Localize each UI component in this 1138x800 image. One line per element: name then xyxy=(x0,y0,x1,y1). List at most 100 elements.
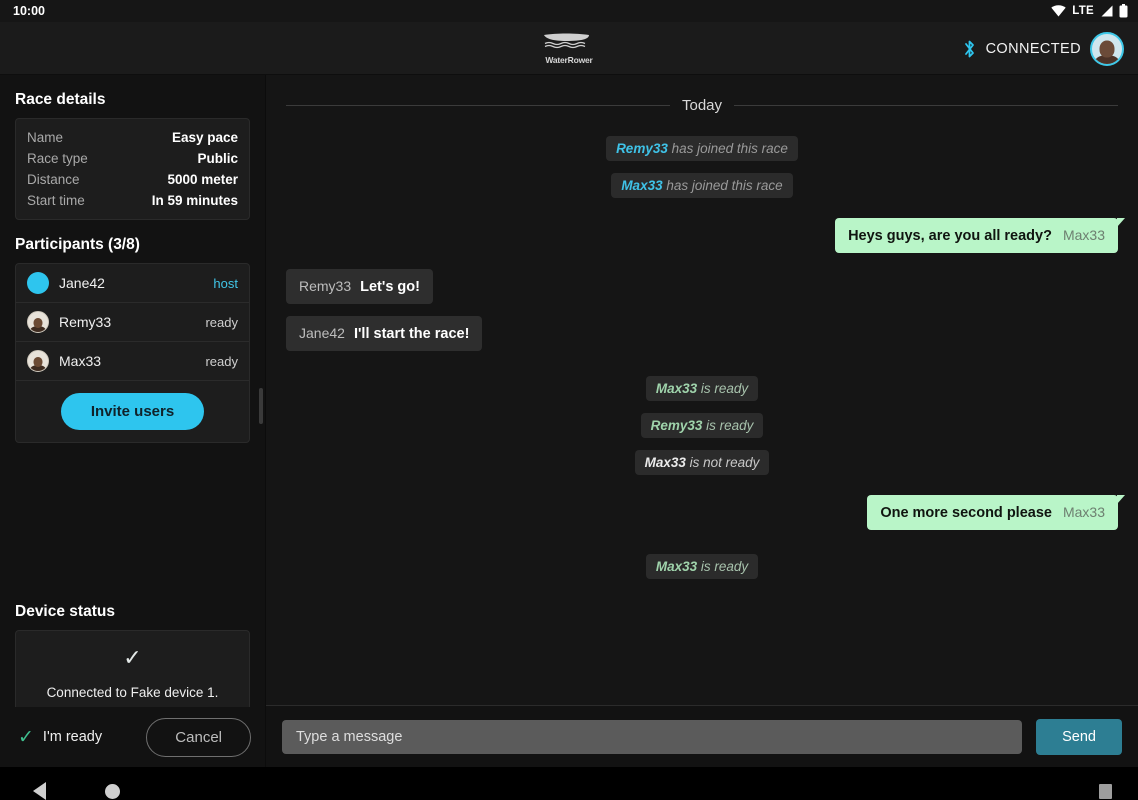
message-row: Remy33 has joined this race xyxy=(286,136,1118,161)
day-separator-label: Today xyxy=(681,97,723,114)
message-composer: Send xyxy=(266,705,1138,767)
battery-icon xyxy=(1119,4,1128,18)
network-type-label: LTE xyxy=(1072,5,1094,17)
system-message: Max33 is ready xyxy=(645,376,759,401)
send-button[interactable]: Send xyxy=(1036,718,1122,755)
logo-wordmark: WaterRower xyxy=(545,54,593,65)
avatar-face xyxy=(1099,40,1115,58)
system-message-user: Max33 xyxy=(655,559,698,574)
recent-apps-icon[interactable] xyxy=(1099,783,1112,799)
race-detail-value: 5000 meter xyxy=(167,172,238,187)
system-message-text: is ready xyxy=(697,381,749,396)
message-author: Max33 xyxy=(1062,227,1105,243)
system-message-text: has joined this race xyxy=(662,178,783,193)
race-detail-key: Name xyxy=(27,130,64,145)
system-message: Max33 has joined this race xyxy=(611,173,793,198)
system-message-user: Remy33 xyxy=(616,141,668,156)
day-separator: Today xyxy=(286,97,1118,114)
outgoing-message-bubble: One more second please Max33 xyxy=(867,495,1125,530)
check-icon: ✓ xyxy=(123,645,142,670)
race-detail-key: Start time xyxy=(27,193,85,208)
sidebar-scroll-area: Race details Name Easy pace Race type Pu… xyxy=(0,75,265,707)
message-text: Let's go! xyxy=(360,279,420,295)
app-root: 10:00 LTE WaterRower CONNECTED Race deta… xyxy=(0,0,1138,800)
system-message-user: Max33 xyxy=(655,381,698,396)
message-author: Jane42 xyxy=(299,325,345,341)
participant-avatar xyxy=(27,272,49,294)
boat-waves-icon xyxy=(544,33,589,48)
race-detail-key: Race type xyxy=(27,151,88,166)
race-detail-row: Name Easy pace xyxy=(27,127,238,148)
im-ready-toggle[interactable]: ✓ I'm ready xyxy=(18,728,102,747)
participant-row[interactable]: Max33 ready xyxy=(16,342,249,381)
system-message-user: Remy33 xyxy=(650,418,703,433)
system-message-text: is ready xyxy=(697,559,749,574)
invite-users-row: Invite users xyxy=(16,381,249,430)
message-row: Max33 has joined this race xyxy=(286,173,1118,198)
race-detail-value: Public xyxy=(197,151,238,166)
device-status-card: ✓ Connected to Fake device 1. xyxy=(15,630,250,707)
system-message: Max33 is ready xyxy=(645,554,759,579)
app-bar-right: CONNECTED xyxy=(962,22,1124,75)
message-text: Heys guys, are you all ready? xyxy=(848,228,1052,244)
outgoing-message-bubble: Heys guys, are you all ready? Max33 xyxy=(835,218,1125,253)
chat-panel: Today Remy33 has joined this race Max33 … xyxy=(266,75,1138,767)
race-details-card: Name Easy pace Race type Public Distance… xyxy=(15,118,250,220)
wifi-icon xyxy=(1051,5,1066,17)
device-status-title: Device status xyxy=(15,603,115,620)
message-row: Remy33 Let's go! xyxy=(286,269,1118,304)
message-text: I'll start the race! xyxy=(353,326,470,342)
bluetooth-status-label: CONNECTED xyxy=(985,40,1081,57)
message-row: Max33 is ready xyxy=(286,554,1118,579)
participants-card: Jane42 host Remy33 ready Max33 ready Inv… xyxy=(15,263,250,443)
device-status-text: Connected to Fake device 1. xyxy=(46,685,219,700)
home-icon[interactable] xyxy=(105,783,120,799)
system-message-user: Max33 xyxy=(621,178,663,193)
message-row: Heys guys, are you all ready? Max33 xyxy=(286,218,1125,253)
back-icon[interactable] xyxy=(33,782,46,800)
separator-line-left xyxy=(286,105,670,106)
system-message-text: has joined this race xyxy=(667,141,788,156)
system-message-user: Max33 xyxy=(644,455,686,470)
message-row: Max33 is ready xyxy=(286,376,1118,401)
separator-line-right xyxy=(734,105,1118,106)
check-icon: ✓ xyxy=(18,726,34,748)
app-bar: WaterRower CONNECTED xyxy=(0,22,1138,75)
participants-title: Participants (3/8) xyxy=(15,236,140,253)
system-message-text: is not ready xyxy=(685,455,760,470)
participant-status: ready xyxy=(205,314,238,330)
participant-row[interactable]: Remy33 ready xyxy=(16,303,249,342)
bluetooth-icon[interactable] xyxy=(962,39,977,59)
race-detail-row: Distance 5000 meter xyxy=(27,169,238,190)
signal-icon xyxy=(1100,5,1113,17)
participant-row[interactable]: Jane42 host xyxy=(16,264,249,303)
race-detail-value: Easy pace xyxy=(171,130,238,145)
status-bar-clock: 10:00 xyxy=(13,4,45,18)
message-author: Max33 xyxy=(1062,504,1105,520)
message-input[interactable] xyxy=(282,719,1023,754)
participant-name: Remy33 xyxy=(59,314,112,330)
participant-status: ready xyxy=(205,353,238,369)
incoming-message-bubble: Jane42 I'll start the race! xyxy=(286,316,483,351)
sidebar-footer: ✓ I'm ready Cancel xyxy=(0,707,265,767)
participant-name: Max33 xyxy=(59,353,102,369)
cancel-button[interactable]: Cancel xyxy=(146,717,251,757)
race-detail-row: Start time In 59 minutes xyxy=(27,190,238,211)
system-message: Remy33 is ready xyxy=(640,413,764,438)
participant-name: Jane42 xyxy=(59,275,105,291)
participant-avatar xyxy=(27,350,49,372)
content-area: Race details Name Easy pace Race type Pu… xyxy=(0,75,1138,767)
sidebar: Race details Name Easy pace Race type Pu… xyxy=(0,75,266,767)
message-text: One more second please xyxy=(880,505,1052,521)
sidebar-scrollbar[interactable] xyxy=(259,388,263,424)
race-detail-row: Race type Public xyxy=(27,148,238,169)
incoming-message-bubble: Remy33 Let's go! xyxy=(286,269,433,304)
system-status-bar: 10:00 LTE xyxy=(0,0,1138,22)
message-row: Remy33 is ready xyxy=(286,413,1118,438)
participant-avatar xyxy=(27,311,49,333)
avatar[interactable] xyxy=(1090,31,1124,66)
race-detail-key: Distance xyxy=(27,172,80,187)
invite-users-button[interactable]: Invite users xyxy=(60,393,205,430)
message-row: One more second please Max33 xyxy=(286,495,1125,530)
message-row: Max33 is not ready xyxy=(286,450,1118,475)
